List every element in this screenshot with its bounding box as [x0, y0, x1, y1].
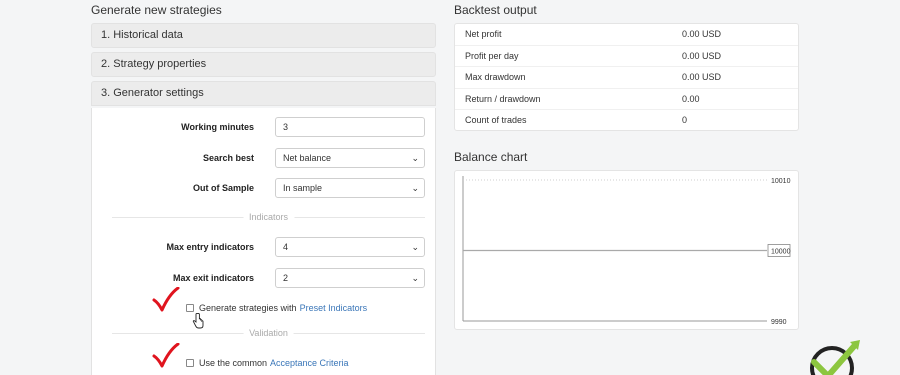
row-name: Net profit [465, 29, 502, 39]
max-exit-indicators-value: 2 [283, 273, 289, 283]
indicators-divider: Indicators [112, 212, 425, 222]
y-tick-label: 9990 [771, 319, 787, 326]
indicators-divider-label: Indicators [242, 212, 295, 222]
chevron-down-icon: ⌄ [411, 183, 419, 193]
max-entry-indicators-select[interactable]: 4 ⌄ [275, 237, 425, 257]
search-best-select[interactable]: Net balance ⌄ [275, 148, 425, 168]
backtest-title: Backtest output [454, 3, 537, 17]
out-of-sample-select[interactable]: In sample ⌄ [275, 178, 425, 198]
max-entry-indicators-value: 4 [283, 242, 289, 252]
table-row: Return / drawdown 0.00 [455, 88, 798, 109]
preset-indicators-checkbox[interactable] [186, 304, 194, 312]
out-of-sample-label: Out of Sample [192, 183, 254, 193]
table-row: Net profit 0.00 USD [455, 24, 798, 45]
max-exit-indicators-label: Max exit indicators [172, 273, 254, 283]
table-row: Count of trades 0 [455, 109, 798, 130]
preset-indicators-checkbox-row[interactable]: Generate strategies with Preset Indicato… [186, 303, 367, 313]
table-row: Profit per day 0.00 USD [455, 45, 798, 66]
accordion-generator-settings[interactable]: 3. Generator settings [91, 81, 436, 106]
balance-chart-panel: 1001010000999010000 [454, 170, 799, 330]
row-value: 0.00 USD [682, 29, 722, 39]
working-minutes-input[interactable]: 3 [275, 117, 425, 137]
validation-divider-label: Validation [243, 328, 294, 338]
hand-cursor-icon [192, 313, 204, 329]
backtest-output-table: Net profit 0.00 USD Profit per day 0.00 … [454, 23, 799, 131]
current-value-label: 10000 [771, 249, 791, 256]
row-value: 0.00 USD [682, 72, 722, 82]
preset-indicators-link[interactable]: Preset Indicators [300, 303, 368, 313]
table-row: Max drawdown 0.00 USD [455, 66, 798, 87]
chevron-down-icon: ⌄ [411, 273, 419, 283]
acceptance-criteria-checkbox[interactable] [186, 359, 194, 367]
accordion-strategy-properties[interactable]: 2. Strategy properties [91, 52, 436, 77]
checkmark-annotation-icon [152, 287, 180, 312]
y-tick-label: 10010 [771, 178, 791, 185]
row-name: Return / drawdown [465, 94, 541, 104]
chevron-down-icon: ⌄ [411, 153, 419, 163]
brand-logo-icon [810, 340, 860, 375]
generator-title: Generate new strategies [91, 3, 222, 17]
row-value: 0 [682, 115, 688, 125]
accordion-historical-data[interactable]: 1. Historical data [91, 23, 436, 48]
row-name: Count of trades [465, 115, 527, 125]
out-of-sample-value: In sample [283, 183, 323, 193]
max-entry-indicators-label: Max entry indicators [166, 242, 254, 252]
acceptance-criteria-link[interactable]: Acceptance Criteria [270, 358, 349, 368]
balance-chart: 1001010000999010000 [462, 176, 791, 326]
row-value: 0.00 USD [682, 51, 722, 61]
working-minutes-label: Working minutes [181, 122, 254, 132]
chevron-down-icon: ⌄ [411, 242, 419, 252]
max-exit-indicators-select[interactable]: 2 ⌄ [275, 268, 425, 288]
preset-indicators-text: Generate strategies with [199, 303, 297, 313]
acceptance-criteria-checkbox-row[interactable]: Use the common Acceptance Criteria [186, 358, 349, 368]
search-best-value: Net balance [283, 153, 332, 163]
validation-divider: Validation [112, 328, 425, 338]
row-name: Profit per day [465, 51, 519, 61]
row-value: 0.00 [682, 94, 700, 104]
search-best-label: Search best [202, 153, 254, 163]
row-name: Max drawdown [465, 72, 526, 82]
acceptance-criteria-text: Use the common [199, 358, 268, 368]
checkmark-annotation-icon [152, 343, 180, 368]
balance-chart-title: Balance chart [454, 150, 528, 164]
